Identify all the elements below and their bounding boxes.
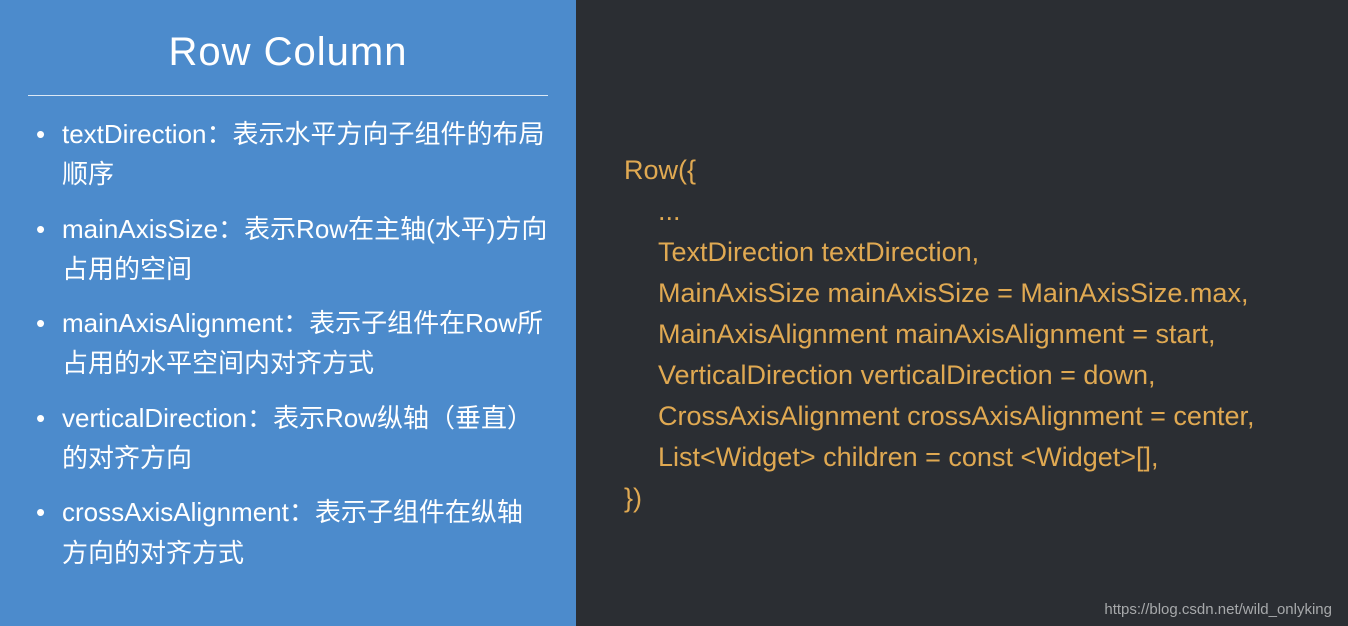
code-line: MainAxisSize mainAxisSize = MainAxisSize… bbox=[624, 273, 1308, 314]
code-line: ... bbox=[624, 191, 1308, 232]
slide: Row Column textDirection：表示水平方向子组件的布局顺序 … bbox=[0, 0, 1348, 626]
code-panel: Row({ ... TextDirection textDirection, M… bbox=[576, 0, 1348, 626]
code-line: }) bbox=[624, 478, 1308, 519]
code-line: Row({ bbox=[624, 150, 1308, 191]
code-line: MainAxisAlignment mainAxisAlignment = st… bbox=[624, 314, 1308, 355]
title-underline bbox=[28, 95, 548, 96]
bullet-item: textDirection：表示水平方向子组件的布局顺序 bbox=[28, 114, 548, 195]
code-line: CrossAxisAlignment crossAxisAlignment = … bbox=[624, 396, 1308, 437]
code-line: TextDirection textDirection, bbox=[624, 232, 1308, 273]
code-line: List<Widget> children = const <Widget>[]… bbox=[624, 437, 1308, 478]
watermark-text: https://blog.csdn.net/wild_onlyking bbox=[1104, 601, 1332, 618]
bullet-item: crossAxisAlignment：表示子组件在纵轴方向的对齐方式 bbox=[28, 492, 548, 573]
bullet-item: mainAxisSize：表示Row在主轴(水平)方向占用的空间 bbox=[28, 209, 548, 290]
slide-title: Row Column bbox=[28, 20, 548, 95]
bullet-item: verticalDirection：表示Row纵轴（垂直）的对齐方向 bbox=[28, 398, 548, 479]
bullet-list: textDirection：表示水平方向子组件的布局顺序 mainAxisSiz… bbox=[28, 114, 548, 573]
bullet-item: mainAxisAlignment：表示子组件在Row所占用的水平空间内对齐方式 bbox=[28, 303, 548, 384]
code-line: VerticalDirection verticalDirection = do… bbox=[624, 355, 1308, 396]
left-panel: Row Column textDirection：表示水平方向子组件的布局顺序 … bbox=[0, 0, 576, 626]
